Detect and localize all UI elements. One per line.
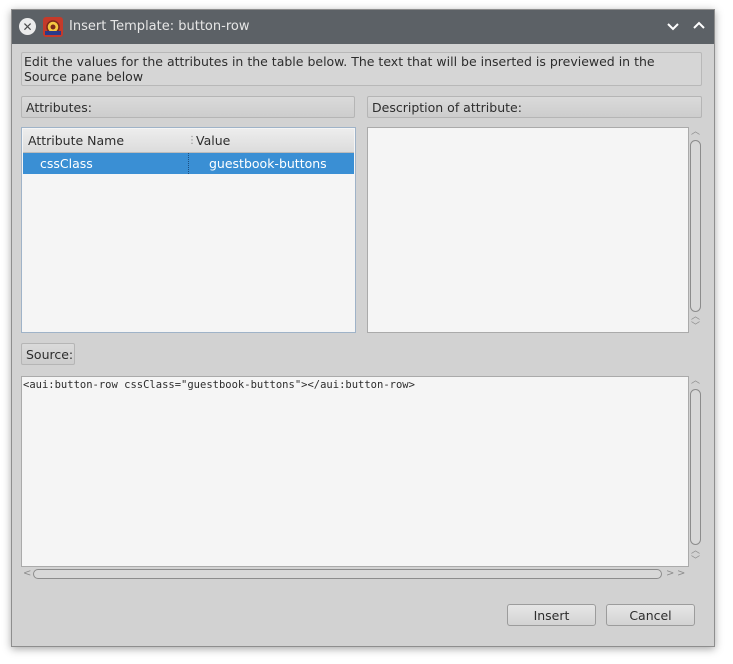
scroll-up-icon[interactable]: ︿	[689, 312, 702, 322]
source-label: Source:	[21, 343, 75, 365]
scroll-right-icon[interactable]: >	[677, 568, 685, 579]
scroll-left-icon[interactable]: <	[23, 568, 31, 579]
chevron-down-icon[interactable]	[665, 18, 681, 34]
chevron-up-icon[interactable]	[691, 18, 707, 34]
window-title: Insert Template: button-row	[69, 19, 250, 34]
column-header-value[interactable]: Value	[196, 133, 230, 148]
description-vertical-scrollbar[interactable]: ︿ ︿ ﹀	[689, 127, 702, 333]
close-icon[interactable]: ✕	[19, 18, 36, 35]
attributes-header: Attributes:	[21, 96, 355, 118]
scroll-up-icon[interactable]: ︿	[689, 376, 702, 386]
cancel-button[interactable]: Cancel	[606, 604, 695, 626]
scrollbar-thumb[interactable]	[33, 569, 662, 579]
table-row[interactable]: cssClass guestbook-buttons	[23, 153, 354, 174]
attribute-name-cell[interactable]: cssClass	[40, 156, 93, 171]
insert-button[interactable]: Insert	[507, 604, 596, 626]
scrollbar-thumb[interactable]	[690, 140, 701, 312]
description-header: Description of attribute:	[367, 96, 702, 118]
scroll-down-icon[interactable]: ﹀	[689, 322, 702, 332]
scroll-up-icon[interactable]: ︿	[689, 546, 702, 556]
scroll-up-icon[interactable]: ︿	[689, 127, 702, 137]
source-horizontal-scrollbar[interactable]: < > >	[21, 567, 689, 581]
column-header-attribute-name[interactable]: Attribute Name	[28, 133, 124, 148]
attribute-value-cell[interactable]: guestbook-buttons	[209, 156, 327, 171]
scrollbar-thumb[interactable]	[690, 389, 701, 545]
source-preview[interactable]: <aui:button-row cssClass="guestbook-butt…	[21, 376, 689, 567]
title-bar[interactable]: ✕ Insert Template: button-row	[12, 10, 714, 44]
scroll-right-icon[interactable]: >	[666, 568, 674, 579]
source-vertical-scrollbar[interactable]: ︿ ︿ ﹀	[689, 376, 702, 567]
insert-template-dialog: ✕ Insert Template: button-row Edit the v…	[11, 9, 715, 647]
description-text-area[interactable]	[367, 127, 689, 333]
instructions-text: Edit the values for the attributes in th…	[21, 52, 702, 86]
cell-divider	[188, 153, 190, 174]
attributes-table[interactable]: Attribute Name ⋮ Value cssClass guestboo…	[21, 127, 356, 333]
table-header: Attribute Name ⋮ Value	[23, 129, 354, 153]
scroll-down-icon[interactable]: ﹀	[689, 556, 702, 566]
app-icon	[43, 17, 63, 37]
